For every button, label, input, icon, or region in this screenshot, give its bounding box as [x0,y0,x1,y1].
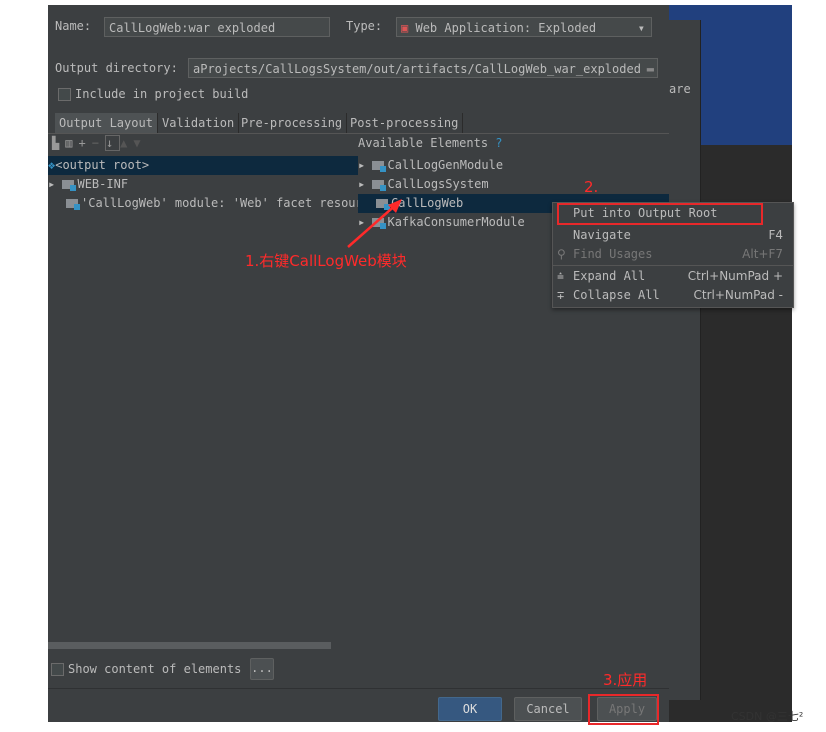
include-build-label: Include in project build [75,87,249,101]
tree-label: <output root> [55,158,150,172]
show-content-label: Show content of elements [68,662,242,676]
divider [48,133,669,134]
folder-icon [62,180,77,191]
menu-item-collapse-all[interactable]: ∓ Collapse All Ctrl+NumPad - [557,286,784,305]
available-title: Available Elements [358,136,489,150]
tree-item-facet-resources[interactable]: 'CallLogWeb' module: 'Web' facet resour [48,194,363,213]
tab-pre-processing[interactable]: Pre-processing [237,113,348,133]
type-select[interactable]: ▣ Web Application: Exploded ▾ [396,17,652,37]
move-down-icon[interactable]: ▼ [133,136,146,150]
annotation-step2: 2. [584,178,599,196]
tree-item-web-inf[interactable]: ▸ WEB-INF [48,175,358,194]
new-folder-icon[interactable]: ▙ [52,136,65,150]
menu-label: Collapse All [573,288,660,302]
menu-label: Expand All [573,269,646,283]
available-elements-label: Available Elements ? [358,136,503,150]
module-icon [372,180,387,191]
checkbox-box[interactable] [51,663,64,676]
background-window: are [669,20,701,700]
tab-post-processing[interactable]: Post-processing [346,113,464,133]
available-item[interactable]: ▸ CallLogsSystem [358,175,669,194]
archive-icon[interactable]: ▥ [65,136,78,150]
include-build-checkbox[interactable]: Include in project build [58,87,248,101]
menu-shortcut: F4 [768,228,783,242]
expand-arrow-icon[interactable]: ▸ [358,158,365,172]
output-dir-value: aProjects/CallLogsSystem/out/artifacts/C… [193,62,641,76]
menu-item-find-usages[interactable]: ⚲ Find Usages Alt+F7 [557,245,783,264]
show-content-checkbox[interactable]: Show content of elements [51,662,241,676]
item-label: CallLogGenModule [387,158,504,172]
tab-output-layout[interactable]: Output Layout [55,113,158,133]
menu-item-expand-all[interactable]: ⩮ Expand All Ctrl+NumPad + [557,267,783,286]
menu-label: Find Usages [573,247,653,261]
ok-button[interactable]: OK [438,697,502,721]
expand-arrow-icon[interactable]: ▸ [48,177,55,191]
highlight-box-apply [588,694,659,725]
search-icon: ⚲ [557,247,566,261]
menu-label: Navigate [573,228,631,242]
tree-label: WEB-INF [77,177,129,191]
menu-item-navigate[interactable]: Navigate F4 [573,226,783,245]
layout-toolbar: ▙▥+−↓▲▼ [52,135,147,151]
folder-icon[interactable]: ▬ [647,59,654,77]
menu-shortcut: Alt+F7 [742,247,783,261]
remove-icon[interactable]: − [92,136,105,150]
expand-all-icon: ⩮ [557,269,565,283]
annotation-arrow [347,199,402,248]
horizontal-scrollbar[interactable] [48,642,331,649]
watermark: CSDN @三七² [731,710,804,723]
menu-shortcut: Ctrl+NumPad - [693,288,784,302]
sort-icon[interactable]: ↓ [104,135,121,151]
type-value: Web Application: Exploded [415,21,597,35]
type-label: Type: [346,19,383,33]
add-icon[interactable]: + [78,136,91,150]
tree-item-output-root[interactable]: ❖<output root> [48,156,358,175]
collapse-all-icon: ∓ [557,288,565,302]
help-icon[interactable]: ? [495,136,502,150]
cancel-button[interactable]: Cancel [514,697,582,721]
menu-separator [553,265,793,266]
tree-label: 'CallLogWeb' module: 'Web' facet resour [81,196,363,210]
move-up-icon[interactable]: ▲ [120,136,133,150]
name-label: Name: [55,19,92,33]
available-item[interactable]: ▸ CallLogGenModule [358,156,669,175]
chevron-down-icon: ▾ [637,21,645,35]
output-dir-label: Output directory: [55,61,178,75]
divider [48,688,669,689]
more-button[interactable]: ... [250,658,274,680]
item-label: CallLogsSystem [387,177,489,191]
name-input[interactable]: CallLogWeb:war exploded [104,17,330,37]
web-app-icon: ▣ [401,21,409,35]
background-text: are [669,82,691,96]
menu-shortcut: Ctrl+NumPad + [687,269,783,283]
output-dir-input[interactable]: aProjects/CallLogsSystem/out/artifacts/C… [188,58,658,78]
tab-validation[interactable]: Validation [158,113,240,133]
checkbox-box[interactable] [58,88,71,101]
highlight-box-menu [557,203,763,225]
artifact-dialog: Name: CallLogWeb:war exploded Type: ▣ We… [48,5,669,722]
module-icon [372,161,387,172]
module-icon [66,199,80,210]
annotation-step3: 3.应用 [603,671,648,689]
expand-arrow-icon[interactable]: ▸ [358,177,365,191]
